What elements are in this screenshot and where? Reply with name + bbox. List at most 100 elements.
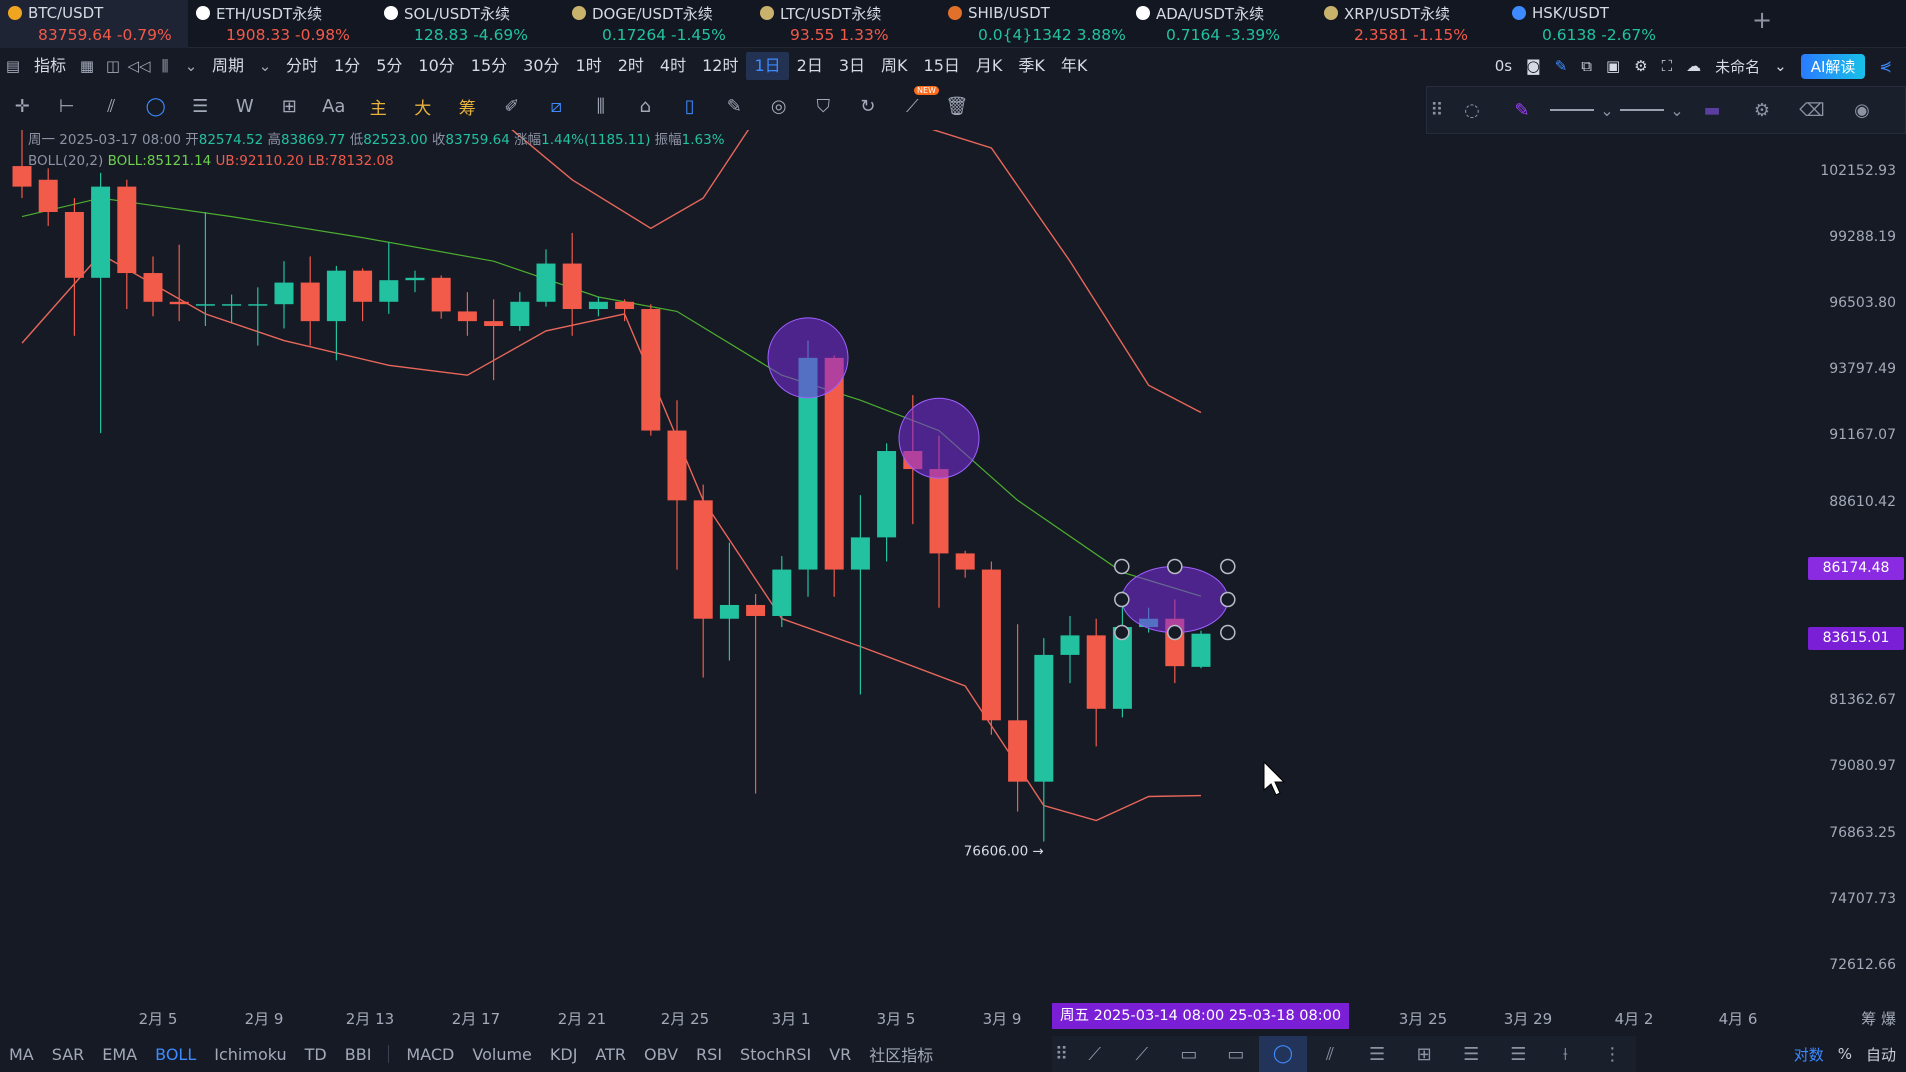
popout-icon[interactable]: ⧉ — [1581, 57, 1592, 75]
percent-toggle[interactable]: % — [1838, 1045, 1852, 1063]
indicator-atr[interactable]: ATR — [586, 1045, 635, 1064]
ruler-icon[interactable]: ✐ — [490, 90, 535, 122]
drag-handle-icon[interactable]: ⠿ — [1427, 100, 1447, 121]
more-icon[interactable]: ⋮ — [1589, 1044, 1636, 1065]
trend-channel-icon[interactable]: ⫽ — [89, 90, 134, 122]
time-axis-right[interactable]: 筹 爆 — [1861, 1008, 1896, 1029]
period-option[interactable]: 15分 — [463, 52, 515, 80]
delete-icon[interactable]: ⌫ — [1787, 100, 1837, 121]
candle[interactable] — [536, 249, 556, 307]
indicator-ma[interactable]: MA — [0, 1045, 43, 1064]
candle[interactable] — [300, 256, 320, 346]
drawing-handle[interactable] — [1114, 591, 1130, 608]
ray-icon[interactable]: ⟋ — [1118, 1044, 1165, 1065]
candle[interactable] — [772, 556, 792, 628]
calendar-icon[interactable]: ▦ — [74, 57, 100, 75]
candle[interactable] — [588, 296, 608, 317]
period-option[interactable]: 2时 — [610, 52, 652, 80]
fill-icon[interactable]: ▬ — [1687, 100, 1737, 121]
camera-icon[interactable]: ◙ — [1526, 57, 1541, 75]
price-chart[interactable]: 76606.00 → — [0, 130, 1806, 1002]
add-tab-button[interactable]: + — [1752, 6, 1772, 34]
screen-icon[interactable]: ▣ — [1606, 57, 1620, 75]
ticker-tab[interactable]: ADA/USDT永续 0.7164 -3.39% — [1128, 0, 1316, 48]
time-axis[interactable]: 筹 爆 2月 5 2月 9 2月 13 2月 17 2月 21 2月 25 3月 1 3月 5… — [0, 1002, 1906, 1032]
drag-handle-icon[interactable]: ⠿ — [1052, 1044, 1071, 1065]
ellipse-drawing[interactable] — [767, 317, 849, 399]
candle[interactable] — [274, 261, 294, 329]
candle[interactable] — [169, 244, 189, 322]
candle[interactable] — [64, 198, 84, 336]
rectangle-icon[interactable]: ▭ — [1212, 1044, 1259, 1065]
drawing-handle[interactable] — [1220, 591, 1236, 608]
log-scale-toggle[interactable]: 对数 — [1794, 1044, 1824, 1065]
bar-pattern-icon[interactable]: ⫼ — [579, 90, 624, 122]
candle[interactable] — [719, 542, 739, 661]
period-option[interactable]: 12时 — [694, 52, 746, 80]
drawing-new-icon[interactable]: ⟋ NEW — [890, 86, 939, 122]
chevron-down-icon[interactable]: ⌄ — [178, 57, 204, 75]
candle[interactable] — [222, 294, 242, 324]
candle[interactable] — [38, 168, 58, 226]
layout-name[interactable]: 未命名 — [1715, 56, 1760, 77]
candle[interactable] — [457, 292, 477, 336]
candle[interactable] — [667, 400, 687, 570]
indicator-stochrsi[interactable]: StochRSI — [731, 1045, 820, 1064]
drawing-handle[interactable] — [1220, 558, 1236, 575]
ticker-tab[interactable]: LTC/USDT永续 93.55 1.33% — [752, 0, 940, 48]
candle[interactable] — [195, 211, 215, 326]
candle[interactable] — [431, 275, 451, 319]
community-indicators-button[interactable]: 社区指标 — [860, 1042, 942, 1066]
indicator-button[interactable]: 指标 — [26, 52, 74, 80]
indicator-icon[interactable]: ▤ — [0, 57, 26, 75]
indicator-rsi[interactable]: RSI — [687, 1045, 731, 1064]
chip-tool[interactable]: 筹 — [445, 90, 490, 122]
indicator-td[interactable]: TD — [296, 1045, 336, 1064]
period-option[interactable]: 4时 — [652, 52, 694, 80]
gear-icon[interactable]: ⚙ — [1634, 57, 1647, 75]
candle[interactable] — [562, 232, 582, 336]
parallel-icon[interactable]: ⫽ — [1307, 1044, 1354, 1065]
period-option[interactable]: 15日 — [916, 52, 968, 80]
drawing-handle[interactable] — [1167, 558, 1183, 575]
ruler-icon[interactable]: ▭ — [1165, 1044, 1212, 1065]
candle[interactable] — [143, 256, 163, 317]
period-option[interactable]: 月K — [968, 52, 1011, 80]
period-option[interactable]: 2日 — [789, 52, 831, 80]
period-dropdown[interactable]: 周期 — [204, 52, 252, 80]
candle[interactable] — [248, 287, 268, 346]
boll-name[interactable]: BOLL(20,2) — [28, 153, 103, 169]
drawing-handle[interactable] — [1114, 624, 1130, 641]
period-option[interactable]: 1时 — [568, 52, 610, 80]
candle[interactable] — [877, 443, 897, 562]
crosshair-icon[interactable]: ✛ — [0, 90, 45, 122]
candle[interactable] — [1191, 630, 1211, 669]
candle[interactable] — [641, 304, 661, 436]
candle[interactable] — [484, 299, 504, 381]
layout-icon[interactable]: ◫ — [100, 57, 126, 75]
bookmark-icon[interactable]: ▯ — [668, 90, 713, 122]
ticker-tab[interactable]: BTC/USDT 83759.64 -0.79% — [0, 0, 188, 48]
candle[interactable] — [117, 179, 137, 310]
candle[interactable] — [510, 292, 530, 331]
ticker-tab[interactable]: SHIB/USDT 0.0{4}1342 3.88% — [940, 0, 1128, 48]
candle[interactable] — [326, 265, 346, 361]
ellipse-tool-icon[interactable]: ◯ — [134, 90, 179, 122]
candle[interactable] — [379, 242, 399, 314]
color-pen-icon[interactable]: ✎ — [1497, 100, 1547, 121]
horizontal-line-icon[interactable]: ⊢ — [45, 90, 90, 122]
candle[interactable] — [1034, 638, 1054, 842]
drawing-handle[interactable] — [1167, 624, 1183, 641]
large-order-tool[interactable]: 大 — [401, 90, 446, 122]
chart-type-icon[interactable]: ⫼ — [152, 57, 178, 75]
candle[interactable] — [91, 172, 111, 434]
ticker-tab[interactable]: HSK/USDT 0.6138 -2.67% — [1504, 0, 1692, 48]
period-option[interactable]: 30分 — [515, 52, 567, 80]
fullscreen-icon[interactable]: ⛶ — [1662, 57, 1673, 75]
line-icon[interactable]: ⟋ — [1071, 1044, 1118, 1065]
candle[interactable] — [981, 561, 1001, 735]
filter-icon[interactable]: ⛉ — [801, 90, 846, 122]
period-option[interactable]: 年K — [1053, 52, 1096, 80]
trash-icon[interactable]: 🗑 — [935, 90, 980, 122]
eraser-icon[interactable]: ◎ — [757, 90, 802, 122]
